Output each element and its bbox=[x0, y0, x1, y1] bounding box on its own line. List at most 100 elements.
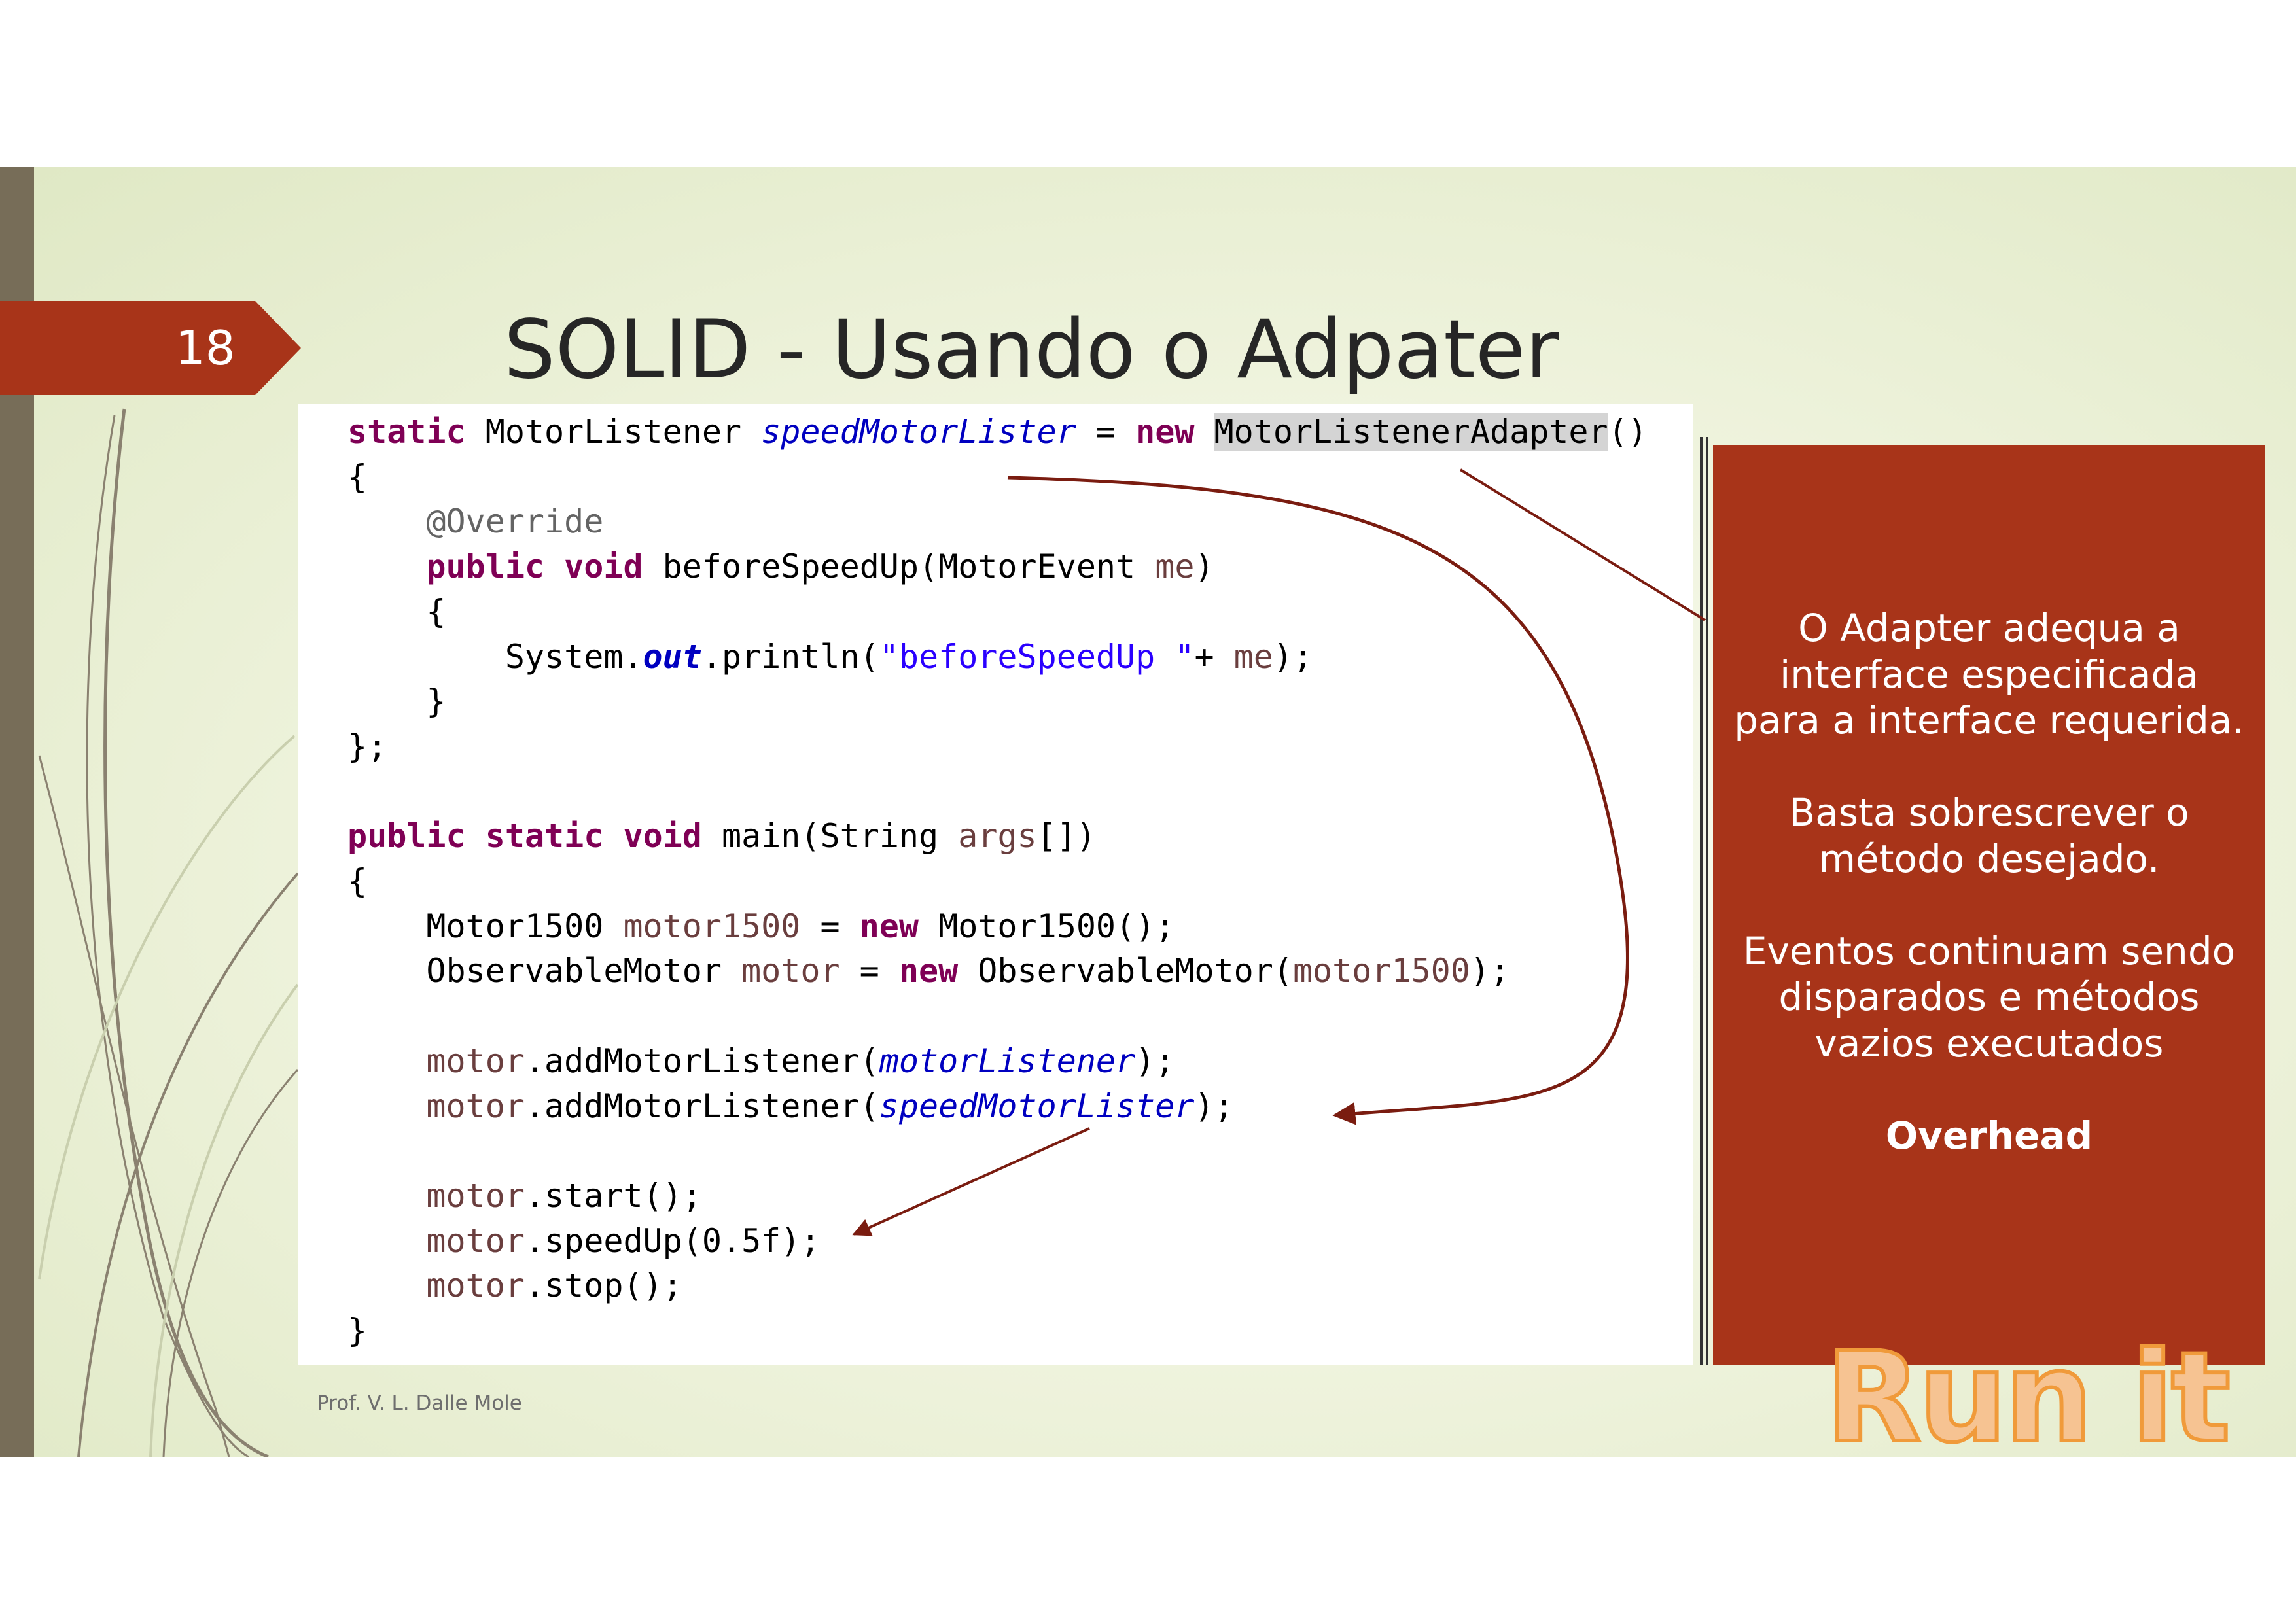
code-line: { bbox=[347, 455, 367, 499]
code-token: out bbox=[643, 637, 702, 676]
slide-number: 18 bbox=[175, 321, 236, 375]
code-line: motor.addMotorListener(speedMotorLister)… bbox=[347, 1084, 1234, 1128]
code-line: static MotorListener speedMotorLister = … bbox=[347, 410, 1648, 454]
code-token: void bbox=[623, 817, 702, 856]
code-token: motor bbox=[426, 1266, 525, 1305]
code-line: } bbox=[347, 1308, 367, 1353]
slide: 18 SOLID - Usando o Adpater static Motor… bbox=[0, 167, 2296, 1457]
code-line: ObservableMotor motor = new ObservableMo… bbox=[347, 949, 1510, 993]
code-token: = bbox=[839, 952, 899, 990]
code-token: motor bbox=[426, 1087, 525, 1125]
code-line: } bbox=[347, 679, 446, 724]
note-text-line: O Adapter adequa a bbox=[1798, 606, 2180, 650]
code-token: .addMotorListener( bbox=[524, 1041, 879, 1080]
code-token: motor bbox=[741, 952, 840, 990]
code-token: ); bbox=[1194, 1087, 1234, 1125]
code-token: } bbox=[347, 1312, 368, 1350]
code-line: motor.stop(); bbox=[347, 1263, 682, 1308]
code-line: @Override bbox=[347, 499, 603, 544]
code-line: { bbox=[347, 859, 367, 903]
code-token: args bbox=[958, 817, 1037, 856]
code-token: public bbox=[426, 548, 545, 586]
note-text-line: Basta sobrescrever o bbox=[1789, 790, 2189, 835]
code-token: { bbox=[347, 862, 368, 900]
code-token: new bbox=[859, 907, 919, 945]
code-token: System. bbox=[347, 637, 643, 676]
code-token: "beforeSpeedUp " bbox=[879, 637, 1195, 676]
code-token: speedMotorLister bbox=[879, 1087, 1195, 1125]
code-line: { bbox=[347, 589, 446, 634]
code-token: main(String bbox=[701, 817, 959, 856]
code-token: motorListener bbox=[879, 1041, 1136, 1080]
code-token: static bbox=[347, 413, 466, 451]
note-emphasis: Overhead bbox=[1885, 1113, 2093, 1158]
code-line: System.out.println("beforeSpeedUp "+ me)… bbox=[347, 635, 1313, 679]
code-token: Motor1500(); bbox=[919, 907, 1175, 945]
code-token: ); bbox=[1470, 952, 1510, 990]
code-token: new bbox=[1135, 413, 1195, 451]
note-text-line: para a interface requerida. bbox=[1734, 698, 2244, 742]
code-token: .addMotorListener( bbox=[524, 1087, 879, 1125]
code-token: .start(); bbox=[524, 1176, 702, 1215]
code-token: motor1500 bbox=[1292, 952, 1470, 990]
code-token: public bbox=[347, 817, 466, 856]
code-token: motor bbox=[426, 1221, 525, 1260]
code-token: .stop(); bbox=[524, 1266, 682, 1305]
run-it-label: Run it bbox=[1824, 1325, 2233, 1457]
slide-number-tab: 18 bbox=[0, 301, 301, 395]
code-line: motor.addMotorListener(motorListener); bbox=[347, 1039, 1174, 1083]
code-token: ObservableMotor bbox=[347, 952, 742, 990]
code-token: me bbox=[1155, 548, 1195, 586]
note-text-line: vazios executados bbox=[1814, 1021, 2164, 1066]
code-line: }; bbox=[347, 724, 387, 769]
code-token: new bbox=[898, 952, 959, 990]
code-token: @Override bbox=[426, 502, 604, 541]
code-token: = bbox=[800, 907, 860, 945]
code-token: void bbox=[564, 548, 643, 586]
code-token: .println( bbox=[701, 637, 879, 676]
code-token: = bbox=[1076, 413, 1136, 451]
note-text-line: disparados e métodos bbox=[1778, 975, 2200, 1019]
code-token: .speedUp(0.5f); bbox=[524, 1221, 821, 1260]
code-token: motor bbox=[426, 1041, 525, 1080]
code-token: []) bbox=[1036, 817, 1096, 856]
note-text-line: método desejado. bbox=[1818, 836, 2160, 881]
note-text-line: interface especificada bbox=[1780, 652, 2199, 697]
code-token: { bbox=[347, 592, 446, 631]
code-token: }; bbox=[347, 727, 387, 765]
page-title: SOLID - Usando o Adpater bbox=[504, 303, 1559, 397]
code-line: Motor1500 motor1500 = new Motor1500(); bbox=[347, 904, 1174, 949]
code-line: public static void main(String args[]) bbox=[347, 814, 1096, 858]
code-token: motor1500 bbox=[623, 907, 801, 945]
code-token: MotorListener bbox=[465, 413, 762, 451]
footer-author: Prof. V. L. Dalle Mole bbox=[317, 1391, 522, 1415]
code-token: ) bbox=[1194, 548, 1214, 586]
code-line: public void beforeSpeedUp(MotorEvent me) bbox=[347, 544, 1214, 589]
code-token: } bbox=[347, 682, 446, 721]
code-token: me bbox=[1233, 637, 1273, 676]
code-line: motor.start(); bbox=[347, 1174, 702, 1218]
code-token: static bbox=[485, 817, 604, 856]
code-token: motor bbox=[426, 1176, 525, 1215]
code-token: ObservableMotor( bbox=[958, 952, 1293, 990]
note-text-line: Eventos continuam sendo bbox=[1742, 928, 2236, 973]
code-panel: static MotorListener speedMotorLister = … bbox=[298, 404, 1693, 1365]
note-box: O Adapter adequa a interface especificada… bbox=[1713, 445, 2265, 1365]
code-token: { bbox=[347, 457, 368, 496]
code-token: speedMotorLister bbox=[761, 413, 1076, 451]
code-token: + bbox=[1194, 637, 1234, 676]
code-token: MotorListenerAdapter bbox=[1214, 413, 1608, 451]
code-token: ); bbox=[1135, 1041, 1175, 1080]
code-token: () bbox=[1608, 413, 1648, 451]
